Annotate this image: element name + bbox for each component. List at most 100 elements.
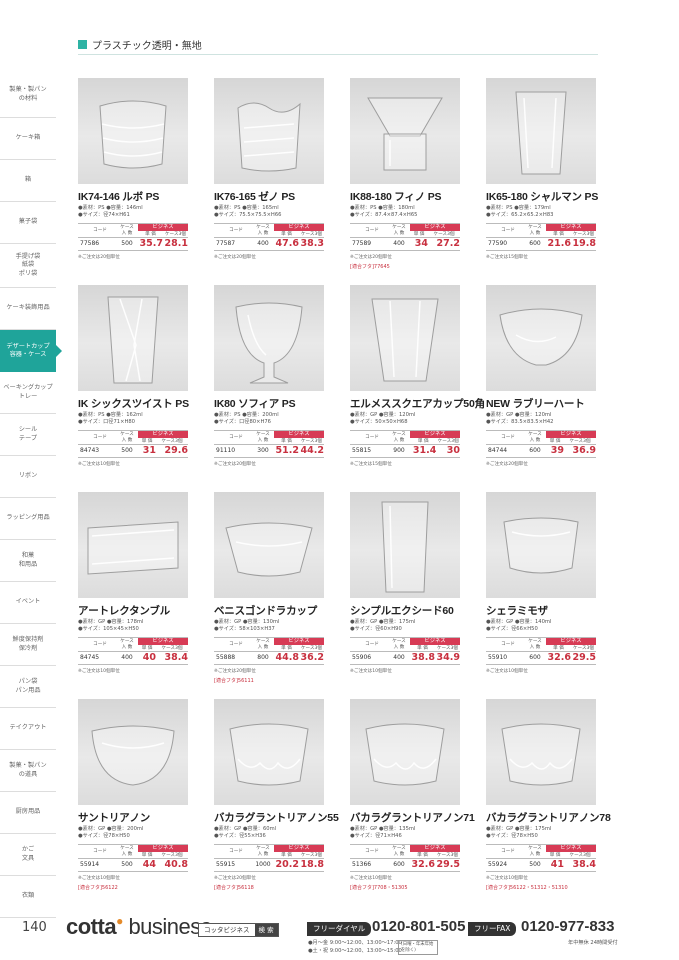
sidebar-item[interactable]: 製菓・製パン の材料 xyxy=(0,72,56,118)
product-photo[interactable] xyxy=(214,492,324,598)
product-photo[interactable] xyxy=(486,699,596,805)
unit-price: 39 xyxy=(546,443,565,458)
product-spec: ●素材：PS ●容量：162ml ●サイズ：口径71×H80 xyxy=(78,412,190,427)
category-sidebar: 製菓・製パン の材料 ケーキ箱箱菓子袋 手提げ袋 紙袋 ポリ袋 ケーキ装飾用品 デザート… xyxy=(0,72,56,918)
case-qty-header: ケース 入 数 xyxy=(252,636,274,652)
cup-illustration-icon xyxy=(229,723,309,786)
order-note: ※ご注文は20個単位 xyxy=(214,875,256,881)
sidebar-item[interactable]: シール テープ xyxy=(0,414,56,456)
case3-header: ケース3個 xyxy=(300,852,323,858)
sidebar-item[interactable]: 箱 xyxy=(0,160,56,202)
case3-price: 27.2 xyxy=(428,236,460,251)
product-photo[interactable] xyxy=(486,492,596,598)
case3-price: 29.5 xyxy=(571,650,596,665)
sidebar-item[interactable]: 和菓 和用品 xyxy=(0,540,56,582)
product-photo[interactable] xyxy=(486,78,596,184)
sidebar-item[interactable]: テイクアウト xyxy=(0,708,56,750)
product-card[interactable]: NEW ラブリーハート ●素材：GP ●容量：120ml ●サイズ：83.5×8… xyxy=(486,285,598,485)
product-card[interactable]: シンプルエクシード60 ●素材：GP ●容量：175ml ●サイズ：径60×H9… xyxy=(350,492,462,692)
cup-illustration-icon xyxy=(87,521,179,575)
product-card[interactable]: バカラグラントリアノン71 ●素材：GP ●容量：135ml ●サイズ：径71×… xyxy=(350,699,475,899)
product-card[interactable]: ベニスゴンドラカップ ●素材：GP ●容量：130ml ●サイズ：58×103×… xyxy=(214,492,326,692)
sidebar-item[interactable]: 手提げ袋 紙袋 ポリ袋 xyxy=(0,244,56,288)
product-photo[interactable] xyxy=(78,285,188,391)
product-card[interactable]: バカラグラントリアノン55 ●素材：GP ●容量：60ml ●サイズ：径55×H… xyxy=(214,699,339,899)
case3-header: ケース3個 xyxy=(300,645,323,651)
search-box[interactable]: コッタビジネス 検 索 xyxy=(198,923,279,937)
product-card[interactable]: IK76-165 ゼノ PS ●素材：PS ●容量：165ml ●サイズ：75.… xyxy=(214,78,326,278)
freedial-number[interactable]: 0120-801-505 xyxy=(372,918,465,935)
product-photo[interactable] xyxy=(214,699,324,805)
sidebar-item[interactable]: イベント xyxy=(0,582,56,624)
spec-size: ●サイズ：径55×H36 xyxy=(214,833,266,840)
product-card[interactable]: IK74-146 ルボ PS ●素材：PS ●容量：146ml ●サイズ：径74… xyxy=(78,78,190,278)
case-quantity: 1000 xyxy=(252,857,274,872)
product-card[interactable]: アートレクタンブル ●素材：GP ●容量：178ml ●サイズ：105×45×H… xyxy=(78,492,190,692)
sidebar-item[interactable]: ケーキ箱 xyxy=(0,118,56,160)
sidebar-item[interactable]: パン袋 パン用品 xyxy=(0,666,56,708)
cup-illustration-icon xyxy=(237,102,301,172)
unit-price: 35.7 xyxy=(138,236,163,251)
code-header: コード xyxy=(78,636,116,652)
order-note: ※ご注文は10個単位 xyxy=(486,668,528,674)
product-photo[interactable] xyxy=(78,78,188,184)
logo-dot-icon: ● xyxy=(116,914,123,928)
product-name: バカラグラントリアノン55 xyxy=(214,812,339,824)
product-spec: ●素材：GP ●容量：120ml ●サイズ：50×50×H68 xyxy=(350,412,462,427)
product-photo[interactable] xyxy=(350,492,460,598)
business-badge: ビジネス xyxy=(410,429,460,438)
code-header: コード xyxy=(214,636,252,652)
unit-price: 31.4 xyxy=(410,443,437,458)
sidebar-item[interactable]: かご 文具 xyxy=(0,834,56,876)
product-card[interactable]: サントリアノン ●素材：GP ●容量：200ml ●サイズ：径78×H50 コー… xyxy=(78,699,190,899)
product-card[interactable]: IK88-180 フィノ PS ●素材：PS ●容量：180ml ●サイズ：87… xyxy=(350,78,462,278)
product-card[interactable]: IK80 ソフィア PS ●素材：PS ●容量：200ml ●サイズ：口径80×… xyxy=(214,285,326,485)
spec-size: ●サイズ：65.2×65.2×H83 xyxy=(486,212,554,219)
product-code: 55906 xyxy=(350,650,388,665)
product-card[interactable]: IK シックスツイスト PS ●素材：PS ●容量：162ml ●サイズ：口径7… xyxy=(78,285,190,485)
sidebar-item[interactable]: 菓子袋 xyxy=(0,202,56,244)
product-code: 55888 xyxy=(214,650,252,665)
price-table: コード ケース 入 数 ビジネス 単 価 ケース3個 55815 900 31.… xyxy=(350,429,460,458)
business-badge: ビジネス xyxy=(138,429,188,438)
sidebar-item[interactable]: ラッピング用品 xyxy=(0,498,56,540)
product-photo[interactable] xyxy=(350,78,460,184)
spec-size: ●サイズ：径71×H46 xyxy=(350,833,402,840)
sidebar-item[interactable]: 厨房用品 xyxy=(0,792,56,834)
fax-note: 年中無休 24時間受付 xyxy=(568,940,618,946)
code-header: コード xyxy=(486,429,524,445)
product-photo[interactable] xyxy=(78,492,188,598)
sidebar-item[interactable]: 製菓・製パン の道具 xyxy=(0,750,56,792)
sidebar-item[interactable]: ケーキ装飾用品 xyxy=(0,288,56,330)
spec-size: ●サイズ：径78×H50 xyxy=(78,833,130,840)
product-spec: ●素材：PS ●容量：179ml ●サイズ：65.2×65.2×H83 xyxy=(486,205,598,220)
product-card[interactable]: バカラグラントリアノン78 ●素材：GP ●容量：175ml ●サイズ：径78×… xyxy=(486,699,611,899)
sidebar-item[interactable]: デザートカップ 容器・ケース xyxy=(0,330,56,372)
product-photo[interactable] xyxy=(350,285,460,391)
price-table: コード ケース 入 数 ビジネス 単 価 ケース3個 91110 300 51.… xyxy=(214,429,324,458)
product-photo[interactable] xyxy=(214,285,324,391)
search-term: コッタビジネス xyxy=(199,924,255,936)
product-photo[interactable] xyxy=(486,285,596,391)
section-title: プラスチック透明・無地 xyxy=(92,41,202,52)
product-photo[interactable] xyxy=(214,78,324,184)
cup-illustration-icon xyxy=(499,308,583,366)
cup-illustration-icon xyxy=(367,97,443,171)
order-note: ※ご注文は20個単位 xyxy=(214,254,256,260)
product-photo[interactable] xyxy=(350,699,460,805)
product-code: 55924 xyxy=(486,857,524,872)
price-table: コード ケース 入 数 ビジネス 単 価 ケース3個 77590 600 21.… xyxy=(486,222,596,251)
product-photo[interactable] xyxy=(78,699,188,805)
order-note: ※ご注文は15個単位 xyxy=(486,254,528,260)
search-button[interactable]: 検 索 xyxy=(254,924,278,936)
fax-number[interactable]: 0120-977-833 xyxy=(521,918,614,935)
product-spec: ●素材：GP ●容量：60ml ●サイズ：径55×H36 xyxy=(214,826,326,841)
product-card[interactable]: IK65-180 シャルマン PS ●素材：PS ●容量：179ml ●サイズ：… xyxy=(486,78,598,278)
sidebar-item[interactable]: ベーキングカップ トレー xyxy=(0,372,56,414)
sidebar-item[interactable]: リボン xyxy=(0,456,56,498)
sidebar-item[interactable]: 鮮度保持剤 保冷剤 xyxy=(0,624,56,666)
product-card[interactable]: シェラミモザ ●素材：GP ●容量：140ml ●サイズ：径66×H50 コード… xyxy=(486,492,598,692)
spec-size: ●サイズ：83.5×83.5×H42 xyxy=(486,419,554,426)
product-card[interactable]: エルメススクエアカップ50角 ●素材：GP ●容量：120ml ●サイズ：50×… xyxy=(350,285,485,485)
product-spec: ●素材：GP ●容量：175ml ●サイズ：径60×H90 xyxy=(350,619,462,634)
